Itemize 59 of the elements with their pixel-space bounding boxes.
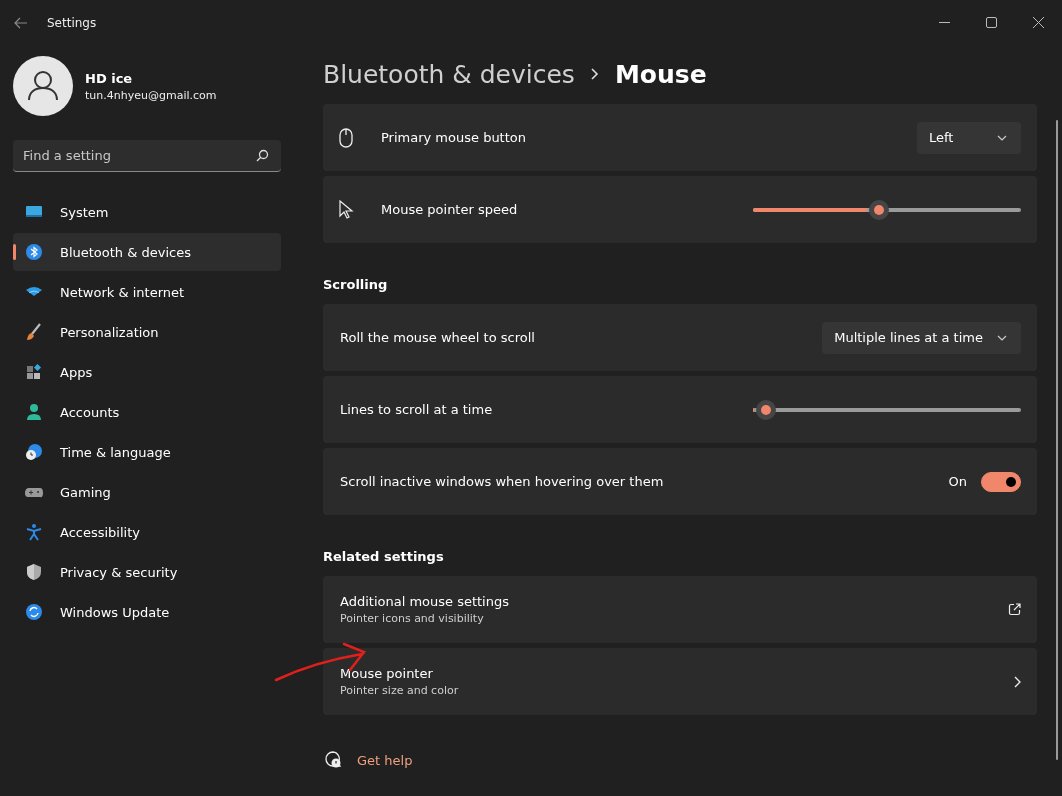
setting-label: Roll the mouse wheel to scroll <box>340 330 535 345</box>
setting-label: Scroll inactive windows when hovering over them <box>340 474 664 489</box>
sidebar-item[interactable]: System <box>13 193 281 231</box>
setting-description: Pointer icons and visibility <box>340 612 485 625</box>
refresh-icon <box>25 603 43 621</box>
slider-thumb[interactable] <box>756 399 777 420</box>
person-icon <box>25 403 43 421</box>
close-icon[interactable] <box>1033 17 1044 28</box>
setting-description: Pointer size and color <box>340 684 459 697</box>
page-title: Mouse <box>614 59 707 89</box>
slider-track[interactable] <box>753 199 1021 220</box>
accessibility-icon <box>25 523 43 541</box>
sidebar-item[interactable]: Bluetooth & devices <box>13 233 281 271</box>
sidebar-item[interactable]: Accounts <box>13 393 281 431</box>
breadcrumb-link[interactable]: Bluetooth & devices <box>323 59 575 89</box>
sidebar-item[interactable]: Network & internet <box>13 273 281 311</box>
external-link-icon <box>1008 603 1021 616</box>
dropdown[interactable]: Multiple lines at a time <box>822 321 1021 354</box>
setting-label: Mouse pointer speed <box>381 202 518 217</box>
settings-link[interactable]: Additional mouse settings Pointer icons and visibility <box>323 576 1037 643</box>
sidebar-item[interactable]: Apps <box>13 353 281 391</box>
chevron-down-icon <box>997 334 1007 341</box>
maximize-icon[interactable] <box>986 17 997 28</box>
setting-label: Additional mouse settings <box>340 594 509 609</box>
paintbrush-icon <box>25 323 43 341</box>
get-help-link[interactable]: Get help <box>357 752 413 768</box>
section-heading: Scrolling <box>323 277 389 294</box>
account-email: tun.4nhyeu@gmail.com <box>85 88 217 102</box>
account-name: HD ice <box>85 70 134 86</box>
scrollbar[interactable] <box>1055 120 1059 760</box>
shield-icon <box>25 563 43 581</box>
sidebar-item[interactable]: Accessibility <box>13 513 281 551</box>
help-chat-icon <box>324 751 342 769</box>
chevron-right-icon <box>590 68 599 80</box>
apps-icon <box>25 363 43 381</box>
section-heading: Related settings <box>323 549 445 566</box>
globe-clock-icon <box>25 443 43 461</box>
search-field[interactable]: Find a setting <box>13 140 281 172</box>
sidebar-item[interactable]: Privacy & security <box>13 553 281 591</box>
avatar-icon[interactable] <box>13 56 73 116</box>
sidebar-item[interactable]: Gaming <box>13 473 281 511</box>
setting-label: Mouse pointer <box>340 666 434 681</box>
chevron-down-icon <box>997 134 1007 141</box>
slider-track[interactable] <box>753 399 1021 420</box>
toggle-state-label: On <box>948 474 967 489</box>
chevron-right-icon <box>1014 675 1021 688</box>
window-title: Settings <box>47 15 97 30</box>
back-arrow-icon[interactable] <box>14 16 28 29</box>
dropdown[interactable]: Left <box>917 121 1021 154</box>
sidebar-item[interactable]: Time & language <box>13 433 281 471</box>
settings-link[interactable]: Mouse pointer Pointer size and color <box>323 648 1037 715</box>
sidebar-item[interactable]: Personalization <box>13 313 281 351</box>
setting-label: Lines to scroll at a time <box>340 402 493 417</box>
toggle-switch[interactable] <box>981 471 1021 492</box>
setting-label: Primary mouse button <box>381 130 526 145</box>
bluetooth-icon <box>25 243 43 261</box>
search-icon <box>256 149 269 162</box>
slider-thumb[interactable] <box>868 199 889 220</box>
sidebar-item[interactable]: Windows Update <box>13 593 281 631</box>
